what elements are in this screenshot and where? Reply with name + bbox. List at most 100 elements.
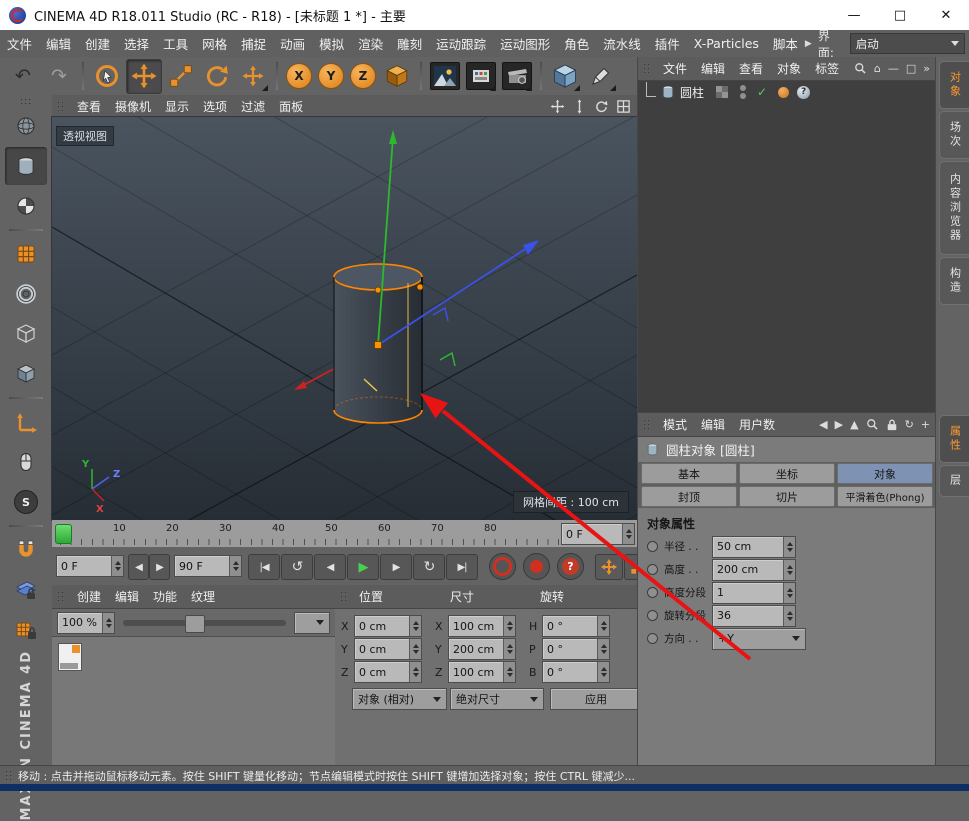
- autokey-button[interactable]: [523, 553, 550, 580]
- keyframe-radio-icon[interactable]: [647, 541, 658, 552]
- keyframe-radio-icon[interactable]: [647, 633, 658, 644]
- apply-button[interactable]: 应用: [550, 688, 642, 710]
- enabled-check-icon[interactable]: ✓: [757, 85, 767, 99]
- om-menu-tags[interactable]: 标签: [808, 58, 846, 79]
- dock-tab-layers[interactable]: 层: [939, 465, 969, 497]
- mm-menu-create[interactable]: 创建: [70, 586, 108, 607]
- position-y-field[interactable]: 0 cm: [354, 638, 422, 660]
- history-forward-icon[interactable]: ▶: [835, 418, 843, 431]
- menu-snap[interactable]: 捕捉: [234, 30, 273, 57]
- size-z-field[interactable]: 100 cm: [448, 661, 516, 683]
- lock-icon[interactable]: [886, 418, 898, 431]
- mm-menu-function[interactable]: 功能: [146, 586, 184, 607]
- panel-grip[interactable]: [643, 419, 651, 431]
- menu-motion-tracker[interactable]: 运动跟踪: [429, 30, 493, 57]
- render-view-button[interactable]: [428, 60, 462, 93]
- home-icon[interactable]: ⌂: [874, 62, 881, 75]
- stepper-icon[interactable]: [597, 662, 609, 682]
- stepper-icon[interactable]: [503, 639, 515, 659]
- size-mode-dropdown[interactable]: 绝对尺寸: [450, 688, 544, 710]
- zoom-view-icon[interactable]: [572, 99, 587, 114]
- timeline-ruler[interactable]: 0 10 20 30 40 50 60 70 80 0 F: [52, 520, 637, 548]
- goto-end-button[interactable]: ▶|: [446, 554, 478, 580]
- frame-forward-button[interactable]: ▶: [149, 554, 170, 580]
- search-icon[interactable]: [866, 418, 879, 431]
- am-menu-edit[interactable]: 编辑: [694, 414, 732, 435]
- solo-mode-button[interactable]: [5, 443, 47, 481]
- material-view-dropdown[interactable]: [294, 612, 330, 634]
- next-frame-button[interactable]: ▶: [380, 554, 412, 580]
- material-zoom-field[interactable]: 100 %: [57, 612, 115, 634]
- stepper-icon[interactable]: [503, 662, 515, 682]
- rotate-tool-button[interactable]: [200, 60, 234, 93]
- texture-tag-icon[interactable]: [778, 87, 789, 98]
- panel-grip[interactable]: [643, 63, 651, 75]
- snap-s-button[interactable]: S: [5, 483, 47, 521]
- scale-tool-button[interactable]: [164, 60, 198, 93]
- mm-menu-edit[interactable]: 编辑: [108, 586, 146, 607]
- am-menu-mode[interactable]: 模式: [656, 414, 694, 435]
- stepper-icon[interactable]: [503, 616, 515, 636]
- make-editable-button[interactable]: [5, 107, 47, 145]
- orientation-dropdown[interactable]: +Y: [712, 628, 806, 650]
- stepper-icon[interactable]: [783, 560, 795, 580]
- vp-menu-filter[interactable]: 过滤: [234, 96, 272, 117]
- slider-handle[interactable]: [185, 615, 205, 633]
- keyframe-selection-button[interactable]: ?: [557, 553, 584, 580]
- interface-dropdown[interactable]: 启动: [850, 33, 965, 54]
- end-frame-field[interactable]: 90 F: [174, 555, 242, 577]
- menu-select[interactable]: 选择: [117, 30, 156, 57]
- object-row-cylinder[interactable]: 圆柱 ✓ ?: [638, 81, 936, 103]
- keyframe-radio-icon[interactable]: [647, 587, 658, 598]
- next-key-button[interactable]: ↻: [413, 554, 445, 580]
- dock-tab-objects[interactable]: 对象: [939, 61, 969, 109]
- toggle-views-icon[interactable]: [616, 99, 631, 114]
- dock-tab-attributes[interactable]: 属性: [939, 415, 969, 463]
- size-y-field[interactable]: 200 cm: [448, 638, 516, 660]
- vp-menu-display[interactable]: 显示: [158, 96, 196, 117]
- render-settings-button[interactable]: [500, 60, 534, 93]
- edge-mode-button[interactable]: [5, 275, 47, 313]
- parent-up-icon[interactable]: ▲: [850, 418, 858, 431]
- close-button[interactable]: ✕: [923, 1, 969, 30]
- rotation-h-field[interactable]: 0 °: [542, 615, 610, 637]
- menu-create[interactable]: 创建: [78, 30, 117, 57]
- am-menu-userdata[interactable]: 用户数: [732, 414, 782, 435]
- stepper-icon[interactable]: [597, 616, 609, 636]
- viewport-view-label[interactable]: 透视视图: [56, 126, 114, 146]
- stepper-icon[interactable]: [597, 639, 609, 659]
- lock-y-axis-button[interactable]: Y: [316, 60, 346, 93]
- undo-button[interactable]: ↶: [6, 60, 40, 93]
- menu-script[interactable]: 脚本: [766, 30, 805, 57]
- panel-grip[interactable]: [5, 770, 13, 782]
- redo-button[interactable]: ↷: [42, 60, 76, 93]
- menu-file[interactable]: 文件: [0, 30, 39, 57]
- position-mode-dropdown[interactable]: 对象 (相对): [352, 688, 447, 710]
- stepper-icon[interactable]: [783, 537, 795, 557]
- frame-back-button[interactable]: ◀: [128, 554, 149, 580]
- stepper-icon[interactable]: [229, 556, 241, 576]
- menu-xparticles[interactable]: X-Particles: [687, 32, 766, 55]
- model-mode-button[interactable]: [5, 147, 47, 185]
- maximize-panel-icon[interactable]: □: [906, 62, 916, 75]
- overflow-chevrons-icon[interactable]: »: [923, 62, 930, 75]
- stepper-icon[interactable]: [409, 639, 421, 659]
- previous-frame-button[interactable]: ◀: [314, 554, 346, 580]
- maximize-button[interactable]: □: [877, 1, 923, 30]
- new-window-icon[interactable]: +: [921, 418, 930, 431]
- keyframe-radio-icon[interactable]: [647, 610, 658, 621]
- tab-caps[interactable]: 封顶: [641, 486, 737, 507]
- live-selection-button[interactable]: [90, 60, 124, 93]
- rotate-view-icon[interactable]: [594, 99, 609, 114]
- menu-tools[interactable]: 工具: [156, 30, 195, 57]
- position-z-field[interactable]: 0 cm: [354, 661, 422, 683]
- stepper-icon[interactable]: [102, 613, 114, 633]
- height-field[interactable]: 200 cm: [712, 559, 796, 581]
- record-position-toggle[interactable]: [595, 554, 623, 580]
- menu-render[interactable]: 渲染: [351, 30, 390, 57]
- ruler-frame-field[interactable]: 0 F: [561, 523, 635, 545]
- menu-sculpt[interactable]: 雕刻: [390, 30, 429, 57]
- menu-animate[interactable]: 动画: [273, 30, 312, 57]
- stepper-icon[interactable]: [783, 583, 795, 603]
- lock-x-axis-button[interactable]: X: [284, 60, 314, 93]
